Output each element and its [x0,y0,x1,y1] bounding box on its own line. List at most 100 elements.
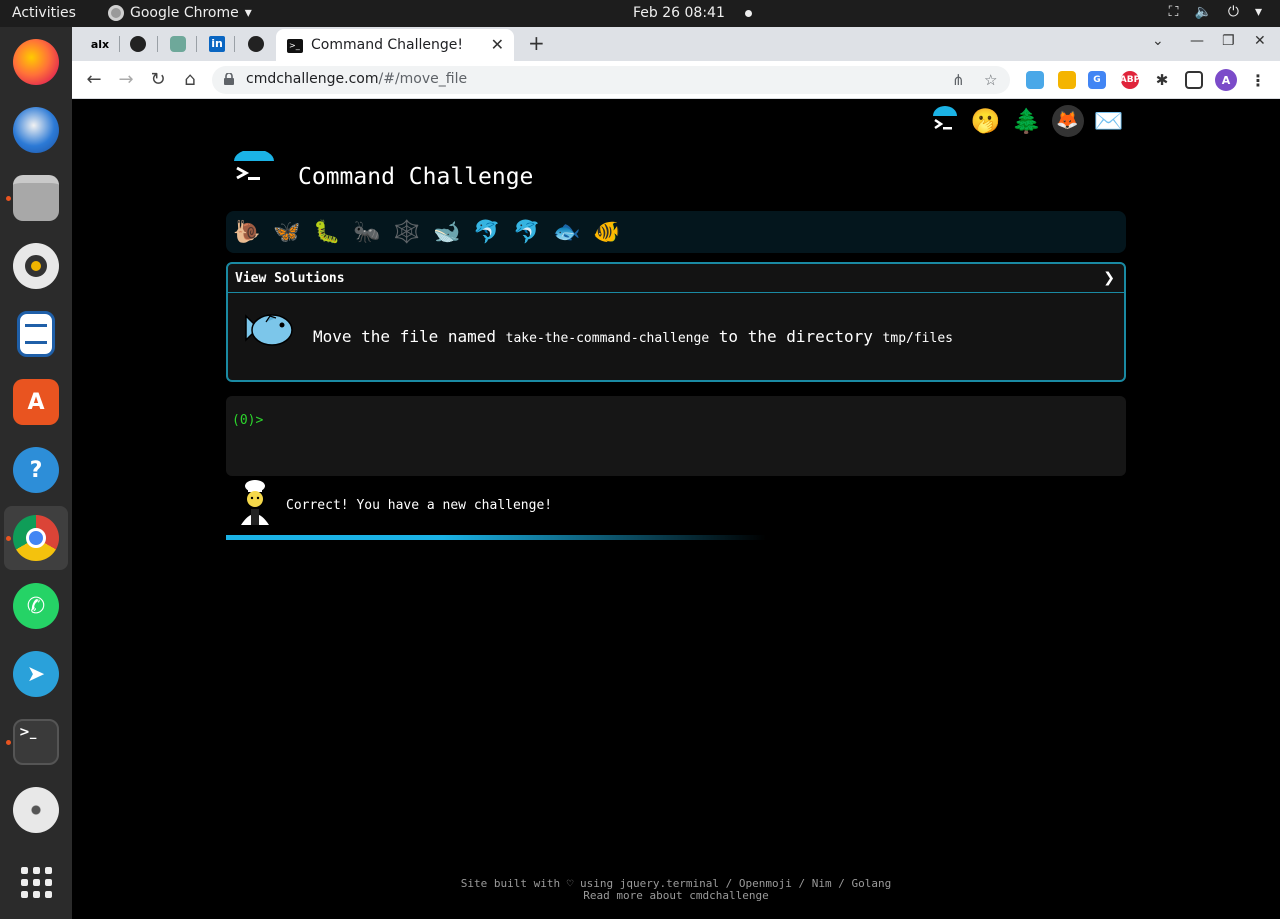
home-button[interactable]: ⌂ [178,69,202,91]
email-link[interactable]: ✉️ [1092,104,1125,137]
bookmark-star-icon[interactable]: ☆ [984,71,997,89]
help-icon: ? [13,447,59,493]
page-content: 🫢 🌲 🦊 ✉️ Command Challenge 🐌 🦋 🐛 🐜 🕸️ 🐋 … [72,100,1280,919]
dock-software[interactable]: A [4,370,68,434]
system-tray[interactable]: ⛶ 🔈 ⏻ ▾ [1169,4,1262,20]
software-store-icon: A [13,379,59,425]
activities-button[interactable]: Activities [12,5,76,21]
avatar[interactable]: A [1215,69,1237,91]
level-dolphin-gray[interactable]: 🐬 [512,217,542,247]
power-icon: ⏻ [1227,4,1239,20]
network-icon: ⛶ [1168,4,1179,20]
view-solutions-label: View Solutions [235,271,345,286]
level-ant[interactable]: 🐜 [352,217,382,247]
view-solutions-toggle[interactable]: View Solutions ❯ [228,264,1124,293]
pinned-tab-github-2[interactable] [242,33,270,55]
close-window-button[interactable]: ✕ [1254,33,1266,49]
tab-search-icon[interactable]: ⌄ [1152,33,1164,49]
dock-telegram[interactable]: ➤ [4,642,68,706]
terminal[interactable]: (0)> [226,396,1126,476]
tree-link[interactable]: 🌲 [1010,104,1043,137]
pinned-tab-github[interactable] [124,33,152,55]
keep-extension-icon[interactable] [1058,71,1076,89]
disc-icon [13,787,59,833]
dock-firefox[interactable] [4,30,68,94]
read-more-link[interactable]: Read more about cmdchallenge [72,890,1280,902]
writer-icon [17,311,55,357]
header-links: 🫢 🌲 🦊 ✉️ [928,104,1125,137]
dock-thunderbird[interactable] [4,98,68,162]
rhythmbox-icon [13,243,59,289]
kebab-menu-icon[interactable]: ⋮ [1249,71,1267,90]
dock-whatsapp[interactable]: ✆ [4,574,68,638]
level-whale[interactable]: 🐋 [432,217,462,247]
spider-web-icon: 🕸️ [393,219,421,245]
github-icon [248,36,264,52]
cmdchallenge-link[interactable] [928,104,961,137]
caterpillar-icon: 🐛 [313,219,341,245]
challenge-panel: View Solutions ❯ Move the file named tak… [226,262,1126,382]
url-text: cmdchallenge.com/#/move_file [246,71,468,87]
level-dolphin-blue[interactable]: 🐬 [472,217,502,247]
forward-button[interactable]: → [114,69,138,91]
pinned-tab-chatgpt[interactable] [164,33,192,55]
translate-extension-icon[interactable]: G [1088,71,1106,89]
level-caterpillar[interactable]: 🐛 [312,217,342,247]
tab-command-challenge[interactable]: >_ Command Challenge! ✕ [276,29,514,61]
cloud-extension-icon[interactable] [1026,71,1044,89]
chrome-app-icon [108,5,124,21]
github-icon [130,36,146,52]
terminal-prompt: (0)> [232,413,264,428]
dock-files[interactable] [4,166,68,230]
minimize-button[interactable]: — [1190,33,1204,49]
butterfly-icon: 🦋 [273,219,301,245]
telegram-icon: ➤ [13,651,59,697]
lock-icon [224,73,234,85]
show-apps-button[interactable] [4,850,68,914]
alx-icon: alx [90,37,110,51]
level-butterfly[interactable]: 🦋 [272,217,302,247]
address-bar[interactable]: cmdchallenge.com/#/move_file ⋔ ☆ [212,66,1010,94]
clock[interactable]: Feb 26 08:41 [633,5,752,21]
dolphin-gray-icon: 🐬 [513,219,541,245]
oops-link[interactable]: 🫢 [969,104,1002,137]
share-icon[interactable]: ⋔ [952,71,965,89]
gitlab-link[interactable]: 🦊 [1051,104,1084,137]
tab-separator [196,36,197,52]
app-menu[interactable]: Google Chrome ▾ [108,5,252,21]
level-tropical-fish[interactable]: 🐠 [592,217,622,247]
side-panel-icon[interactable] [1185,71,1203,89]
extensions-puzzle-icon[interactable]: ✱ [1153,71,1171,89]
filename-code: take-the-command-challenge [505,331,710,346]
dock-terminal[interactable]: >_ [4,710,68,774]
pinned-tab-alx[interactable]: alx [86,33,114,55]
reload-button[interactable]: ↻ [146,69,170,91]
challenge-description: Move the file named take-the-command-cha… [313,327,953,346]
whatsapp-icon: ✆ [13,583,59,629]
page-title: Command Challenge [298,164,534,190]
new-tab-button[interactable]: + [528,31,545,55]
chevron-down-icon: ▾ [244,5,252,21]
level-snail[interactable]: 🐌 [232,217,262,247]
restore-button[interactable]: ❐ [1222,33,1235,49]
envelope-icon: ✉️ [1093,106,1124,135]
running-indicator [6,196,11,201]
chevron-down-icon: ▾ [1254,4,1262,20]
dock-dvd[interactable] [4,778,68,842]
back-button[interactable]: ← [82,69,106,91]
dock-rhythmbox[interactable] [4,234,68,298]
chrome-icon [13,515,59,561]
notification-dot-icon [744,9,752,17]
progress-bar [226,535,766,540]
level-spider-web[interactable]: 🕸️ [392,217,422,247]
dock-writer[interactable] [4,302,68,366]
adblock-extension-icon[interactable]: ABP [1120,71,1140,89]
footer: Site built with ♡ using jquery.terminal … [72,878,1280,902]
fish-icon [245,314,293,346]
files-icon [13,175,59,221]
dock-chrome[interactable] [4,506,68,570]
level-fish[interactable]: 🐟 [552,217,582,247]
pinned-tab-linkedin[interactable]: in [203,33,231,55]
dock-help[interactable]: ? [4,438,68,502]
close-tab-icon[interactable]: ✕ [491,35,504,54]
